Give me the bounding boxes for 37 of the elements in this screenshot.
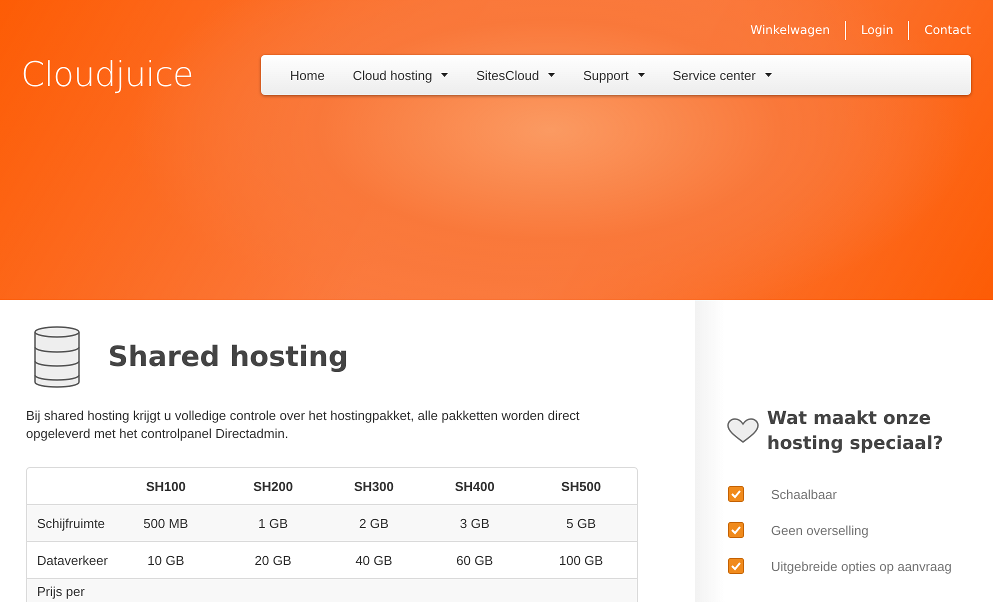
row-label: Schijfruimte (27, 504, 109, 541)
page-title: Shared hosting (108, 340, 348, 373)
database-icon (33, 325, 81, 388)
table-cell: 60 GB (456, 552, 494, 568)
nav-item[interactable]: Home (275, 68, 338, 82)
feature-text: Geen overselling (771, 522, 869, 538)
table-cell: 1 GB (258, 516, 288, 530)
check-icon (728, 522, 744, 538)
table-cell: 100 GB (559, 552, 604, 568)
heart-icon (727, 418, 759, 444)
caret-icon (441, 73, 448, 77)
table-cell: 500 MB (143, 516, 188, 530)
check-icon (728, 558, 744, 574)
table-cell: 10 GB (147, 552, 184, 568)
table-cell: 2 GB (359, 516, 389, 530)
caret-icon (638, 73, 645, 77)
column-header: SH500 (560, 478, 602, 496)
nav-item[interactable]: Service center (658, 68, 785, 82)
table-cell: 20 GB (254, 552, 292, 568)
check-icon (728, 486, 744, 502)
nav-item[interactable]: Cloud hosting (338, 68, 462, 82)
column-header: SH200 (252, 478, 294, 496)
column-header: SH400 (454, 478, 496, 496)
column-header: SH100 (144, 478, 187, 496)
table-cell: 40 GB (355, 552, 392, 568)
nav-item[interactable]: Support (568, 68, 658, 82)
feature-text: Uitgebreide opties op aanvraag (771, 558, 952, 574)
feature-text: Schaalbaar (771, 486, 837, 502)
sidebar-title: Wat maakt onze hosting speciaal? (767, 407, 944, 456)
intro-text: Bij shared hosting krijgt u volledige controle over het hostingpakket, alle pakketten worden direct opgeleverd met het controlpanel Directadmin. (26, 407, 581, 443)
nav-item[interactable]: SitesCloud (461, 68, 568, 82)
caret-icon (764, 73, 772, 77)
row-label: Prijs per (27, 578, 109, 602)
caret-icon (548, 73, 556, 77)
table-cell: 5 GB (566, 516, 596, 530)
table-cell: 3 GB (460, 516, 490, 530)
column-header: SH300 (353, 478, 395, 496)
